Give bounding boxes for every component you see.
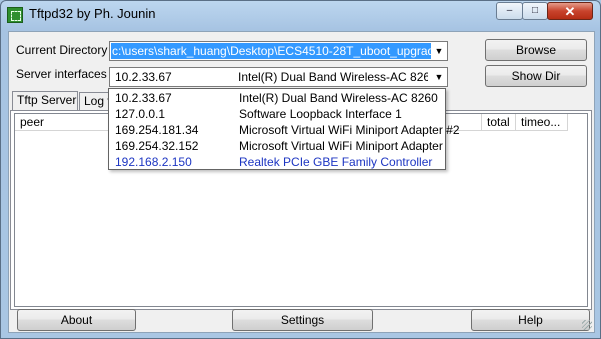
title-bar[interactable]: Tftpd32 by Ph. Jounin – □ ✕	[1, 1, 600, 29]
current-directory-label: Current Directory	[16, 43, 108, 57]
maximize-icon: □	[531, 5, 539, 16]
settings-button[interactable]: Settings	[232, 309, 373, 331]
maximize-button[interactable]: □	[522, 2, 548, 20]
option-name: Microsoft Virtual WiFi Miniport Adapter …	[239, 123, 460, 137]
dropdown-option[interactable]: 169.254.32.152 Microsoft Virtual WiFi Mi…	[109, 138, 445, 154]
browse-button[interactable]: Browse	[485, 39, 587, 61]
about-button[interactable]: About	[17, 309, 136, 331]
app-icon[interactable]	[7, 7, 23, 23]
option-name: Realtek PCIe GBE Family Controller	[239, 155, 433, 169]
dropdown-option[interactable]: 127.0.0.1 Software Loopback Interface 1	[109, 106, 445, 122]
minimize-icon: –	[506, 5, 513, 16]
tab-log-viewer[interactable]: Log v	[79, 92, 109, 111]
column-header-total[interactable]: total	[482, 114, 516, 131]
dropdown-option[interactable]: 10.2.33.67 Intel(R) Dual Band Wireless-A…	[109, 90, 445, 106]
dropdown-option[interactable]: 169.254.181.34 Microsoft Virtual WiFi Mi…	[109, 122, 460, 138]
server-interface-name[interactable]: Intel(R) Dual Band Wireless-AC 8260	[238, 69, 428, 85]
main-panel: Current Directory c:\users\shark_huang\D…	[8, 31, 595, 333]
dropdown-option-highlighted[interactable]: 192.168.2.150 Realtek PCIe GBE Family Co…	[109, 154, 445, 170]
option-ip: 127.0.0.1	[115, 107, 166, 121]
help-button[interactable]: Help	[471, 309, 590, 331]
minimize-button[interactable]: –	[496, 2, 523, 20]
chevron-down-icon[interactable]: ▼	[432, 69, 446, 85]
option-name: Microsoft Virtual WiFi Miniport Adapter	[239, 139, 443, 153]
app-window: Tftpd32 by Ph. Jounin – □ ✕ Current Dire…	[0, 0, 601, 339]
chevron-down-icon[interactable]: ▼	[432, 43, 446, 59]
column-header-timeout[interactable]: timeo...	[516, 114, 568, 131]
close-icon: ✕	[564, 3, 576, 19]
option-ip: 169.254.181.34	[115, 123, 199, 137]
option-name: Software Loopback Interface 1	[239, 107, 402, 121]
close-button[interactable]: ✕	[547, 2, 593, 20]
show-dir-button[interactable]: Show Dir	[485, 65, 587, 87]
server-interfaces-label: Server interfaces	[16, 67, 107, 81]
option-ip: 10.2.33.67	[115, 91, 172, 105]
option-ip: 169.254.32.152	[115, 139, 199, 153]
server-interfaces-dropdown[interactable]: 10.2.33.67 Intel(R) Dual Band Wireless-A…	[108, 88, 460, 170]
server-interface-ip[interactable]: 10.2.33.67	[115, 69, 225, 85]
resize-grip[interactable]	[582, 320, 592, 330]
option-ip: 192.168.2.150	[115, 155, 192, 169]
server-interfaces-combo[interactable]: 10.2.33.67 Intel(R) Dual Band Wireless-A…	[109, 67, 448, 87]
tab-tftp-server[interactable]: Tftp Server	[12, 91, 78, 110]
option-name: Intel(R) Dual Band Wireless-AC 8260	[239, 91, 438, 105]
current-directory-value[interactable]: c:\users\shark_huang\Desktop\ECS4510-28T…	[111, 43, 431, 59]
current-directory-combo[interactable]: c:\users\shark_huang\Desktop\ECS4510-28T…	[109, 41, 448, 61]
window-title: Tftpd32 by Ph. Jounin	[29, 6, 156, 21]
